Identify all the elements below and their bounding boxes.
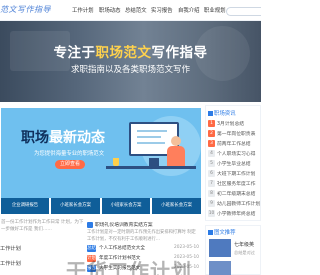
sidebar-item[interactable]: 5 小学生毕业总结: [208, 160, 260, 168]
banner-title: 职场最新动态: [21, 127, 105, 147]
sidebar-item-label[interactable]: 大班下期工作计划: [217, 170, 255, 177]
banner-title-part2: 最新动态: [49, 130, 105, 146]
cup-illustration: [113, 158, 119, 166]
recommend-thumbnail[interactable]: [209, 261, 231, 275]
monitor-stand: [149, 158, 159, 166]
sidebar-item-label[interactable]: 前两年工作总结: [217, 140, 251, 147]
rank-number: 2: [208, 130, 215, 137]
sidebar-item[interactable]: 10 小学教师年终总结: [208, 210, 260, 218]
sidebar-item-label[interactable]: 3月计划总结: [217, 120, 244, 127]
list-item[interactable]: 工作计划: [0, 245, 21, 252]
thumbnail-row: 企业调研报告 小班家长会方案 小班家长会方案 小班家长会方案: [1, 198, 201, 214]
article-left-excerpt: 首一份工作计划作为工作日常 计划，为下一步做好工作是 我们……: [1, 220, 84, 232]
list-item[interactable]: 总结 个人工作总结范文大全 2023-05-10: [87, 245, 199, 253]
sidebar-item[interactable]: 1 3月计划总结: [208, 120, 260, 128]
rank-number: 9: [208, 200, 215, 207]
sidebar-item[interactable]: 7 社区服务年度工作: [208, 180, 260, 188]
site-logo[interactable]: 范文写作指导: [0, 4, 51, 15]
sidebar-item[interactable]: 9 幼儿园教师工作计划: [208, 200, 260, 208]
search-input[interactable]: [226, 7, 261, 16]
hero-title-highlight: 职场范文: [95, 45, 152, 61]
sidebar-item-label[interactable]: 小学教师年终总结: [217, 210, 255, 217]
nav-item-self-intro[interactable]: 自我介绍: [178, 6, 200, 14]
recommend-thumbnail[interactable]: [209, 239, 231, 257]
rank-number: 6: [208, 170, 215, 177]
sidebar-item[interactable]: 2 第一年岗位职责表: [208, 130, 260, 138]
list-item[interactable]: 工作计划: [0, 260, 21, 267]
monitor-line: [137, 142, 165, 144]
hero-title-prefix: 专注于: [53, 45, 96, 61]
rank-number: 7: [208, 180, 215, 187]
sidebar-item-label[interactable]: 社区服务年度工作: [217, 180, 255, 187]
nav-item-work-plan[interactable]: 工作计划: [72, 6, 94, 14]
nav-item-career-plan[interactable]: 职业规划: [204, 6, 226, 14]
nav-item-summary[interactable]: 总结范文: [125, 6, 147, 14]
monitor-line: [137, 136, 161, 138]
image-icon: [208, 230, 213, 235]
rank-number: 8: [208, 190, 215, 197]
news-sidebar: 职场资讯 1 3月计划总结 2 第一年岗位职责表 3 前两年工作总结 4 个人职场实习心…: [205, 105, 261, 221]
article-icon: [87, 222, 93, 228]
thumb-item[interactable]: 小班家长会方案: [152, 198, 201, 214]
nav-item-internship[interactable]: 实习报告: [151, 6, 173, 14]
article-excerpt: 工作计划是对一定时期的工作预先作出安排和打算时 制定工作计划，不仅有利于工作顺利…: [87, 230, 196, 242]
nav-item-workplace-news[interactable]: 职场动态: [99, 6, 121, 14]
hero-title: 专注于职场范文写作指导: [0, 41, 261, 61]
monitor-line: [137, 130, 167, 132]
rank-number: 1: [208, 120, 215, 127]
hero-banner: 专注于职场范文写作指导 求职指南以及各类职场范文写作: [0, 21, 261, 102]
sidebar-item[interactable]: 3 前两年工作总结: [208, 140, 260, 148]
list-item-date: 2023-05-10: [174, 245, 199, 250]
desk-illustration: [106, 166, 196, 169]
hero-title-suffix: 写作指导: [151, 45, 208, 61]
recommend-desc: 总结是对过: [234, 250, 255, 255]
sidebar-item-label[interactable]: 第一年岗位职责表: [217, 130, 255, 137]
recommend-title[interactable]: 七年级英: [234, 241, 254, 248]
thumb-item[interactable]: 企业调研报告: [1, 198, 49, 214]
sidebar-heading: 职场资讯: [208, 109, 236, 117]
sidebar-item-label[interactable]: 小学生毕业总结: [217, 160, 251, 167]
banner-title-part1: 职场: [21, 130, 49, 146]
person-illustration: [167, 146, 185, 166]
rank-number: 4: [208, 150, 215, 157]
site-header: 范文写作指导 工作计划 职场动态 总结范文 实习报告 自我介绍 职业规划: [0, 0, 261, 21]
sidebar-item[interactable]: 4 个人职场实习心得: [208, 150, 260, 158]
view-now-button[interactable]: 立即查看: [55, 160, 85, 169]
rank-number: 3: [208, 140, 215, 147]
banner-subtitle: 为您提供海量专业的职场范文: [34, 151, 105, 157]
sidebar-item-label[interactable]: 初二年级期末总结: [217, 190, 255, 197]
sidebar-item-label[interactable]: 个人职场实习心得: [217, 150, 255, 157]
category-badge: 总结: [87, 245, 96, 252]
recommend-heading: 图文推荐: [208, 228, 236, 236]
thumb-item[interactable]: 小班家长会方案: [51, 198, 100, 214]
news-icon: [208, 111, 213, 116]
sidebar-heading-label: 职场资讯: [214, 111, 236, 117]
hero-subtitle: 求职指南以及各类职场范文写作: [70, 65, 190, 75]
rank-number: 10: [208, 210, 215, 217]
sidebar-item-label[interactable]: 幼儿园教师工作计划: [217, 200, 260, 207]
watermark: 干货工作计划: [66, 259, 192, 275]
thumb-item[interactable]: 小班家长会方案: [102, 198, 150, 214]
list-item-title[interactable]: 个人工作总结范文大全: [99, 245, 145, 251]
recommend-box: 图文推荐 七年级英 总结是对过: [205, 225, 261, 275]
person-illustration: [171, 136, 181, 146]
article-title[interactable]: 职场礼仪培训教育实结方案: [95, 221, 153, 228]
recommend-heading-label: 图文推荐: [214, 230, 236, 236]
promo-banner[interactable]: 职场最新动态 为您提供海量专业的职场范文 立即查看: [1, 108, 201, 198]
sidebar-item[interactable]: 8 初二年级期末总结: [208, 190, 260, 198]
rank-number: 5: [208, 160, 215, 167]
sidebar-item[interactable]: 6 大班下期工作计划: [208, 170, 260, 178]
